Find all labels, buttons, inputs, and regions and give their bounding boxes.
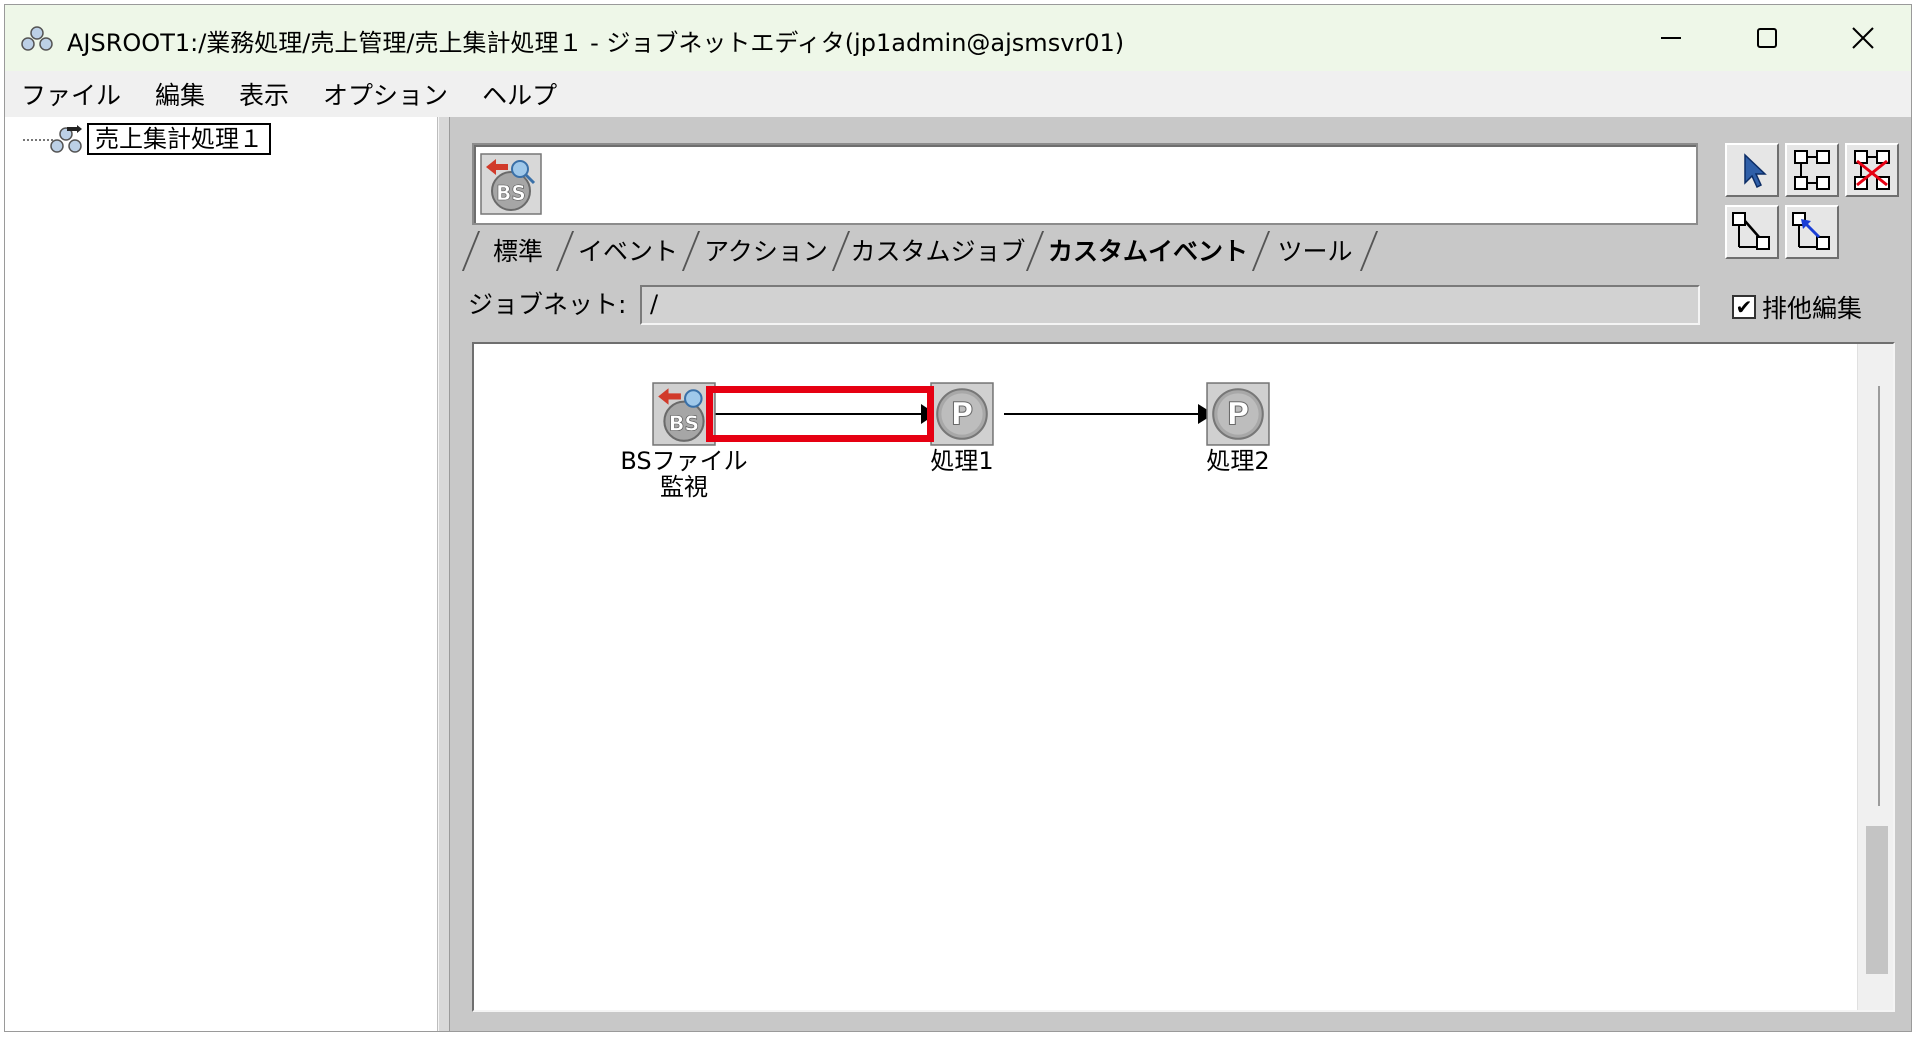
edit-tool-buttons	[1725, 143, 1905, 263]
p2-node-icon-text: P	[1227, 396, 1250, 432]
select-tool-icon	[1744, 153, 1767, 189]
menu-view[interactable]: 表示	[237, 72, 291, 116]
close-button[interactable]	[1815, 5, 1911, 71]
p2-node-label: 処理2	[1206, 447, 1270, 475]
vertical-scrollbar[interactable]	[1857, 344, 1893, 1010]
jobnet-app-icon	[21, 26, 53, 51]
maximize-icon	[1757, 28, 1777, 48]
bs-icon-text: BS	[496, 181, 526, 205]
disconnect-tool-button[interactable]	[1845, 143, 1899, 197]
select-tool-button[interactable]	[1725, 143, 1779, 197]
relation-reverse-tool-icon	[1792, 212, 1830, 250]
connect-tool-button[interactable]	[1785, 143, 1839, 197]
close-icon	[1852, 27, 1874, 49]
panel-splitter[interactable]	[438, 117, 450, 1031]
icon-palette: BS	[472, 143, 1698, 225]
disconnect-tool-icon	[1854, 150, 1890, 190]
menu-edit[interactable]: 編集	[153, 72, 207, 116]
pc-job-icon[interactable]: P	[930, 382, 994, 446]
tab-event[interactable]: イベント	[572, 227, 684, 273]
jobnet-path-label: ジョブネット:	[468, 290, 627, 319]
jobnet-path-field: /	[640, 285, 1700, 325]
bs-file-monitor-icon[interactable]: BS	[480, 153, 542, 215]
bs-node-icon-text: BS	[669, 412, 700, 436]
window-title: AJSROOT1:/業務処理/売上管理/売上集計処理１ - ジョブネットエディタ…	[67, 29, 1125, 57]
exclusive-edit-option[interactable]: ✔ 排他編集	[1732, 289, 1862, 325]
highlight-annotation-box	[706, 386, 934, 442]
exclusive-edit-label: 排他編集	[1762, 294, 1863, 323]
pc-job-icon[interactable]: P	[1206, 382, 1270, 446]
menu-options[interactable]: オプション	[321, 72, 450, 116]
relation-reverse-tool-button[interactable]	[1785, 205, 1839, 259]
maximize-button[interactable]	[1719, 5, 1815, 71]
relation-line-tool-icon	[1732, 212, 1770, 250]
jobnet-editor-window: AJSROOT1:/業務処理/売上管理/売上集計処理１ - ジョブネットエディタ…	[4, 4, 1912, 1032]
tree-item-root-jobnet[interactable]: 売上集計処理１	[87, 123, 271, 155]
relation-line-tool-button[interactable]	[1725, 205, 1779, 259]
tab-separator	[1359, 231, 1379, 271]
jobnet-map-canvas[interactable]: BS BSファイル 監視 P 処理1 P 処理2	[472, 342, 1895, 1012]
tab-custom-job[interactable]: カスタムジョブ	[848, 227, 1028, 273]
bs-node-label-line1: BSファイル	[620, 447, 748, 475]
minimize-icon	[1661, 37, 1681, 39]
scrollbar-thumb[interactable]	[1866, 826, 1888, 974]
p1-node-label: 処理1	[930, 447, 994, 475]
title-bar: AJSROOT1:/業務処理/売上管理/売上集計処理１ - ジョブネットエディタ…	[5, 5, 1911, 71]
tab-tool[interactable]: ツール	[1268, 227, 1362, 273]
connect-tool-icon	[1794, 150, 1830, 190]
tab-custom-event[interactable]: カスタムイベント	[1042, 227, 1254, 273]
bs-node-label: BSファイル 監視	[614, 448, 754, 500]
menu-file[interactable]: ファイル	[19, 72, 123, 116]
scrollbar-track	[1878, 386, 1880, 806]
jobnet-icon	[50, 125, 82, 153]
tab-action[interactable]: アクション	[698, 227, 834, 273]
menu-help[interactable]: ヘルプ	[480, 72, 559, 116]
minimize-button[interactable]	[1623, 5, 1719, 71]
bs-node-label-line2: 監視	[660, 473, 708, 501]
jobnet-tree-panel: 売上集計処理１	[5, 117, 438, 1031]
exclusive-edit-checkbox[interactable]: ✔	[1732, 295, 1756, 319]
editor-panel: BS 標準 イベント アクション カスタムジョブ カスタムイベント ツール ジョ…	[450, 117, 1911, 1031]
p1-node-icon-text: P	[951, 396, 974, 432]
menu-bar: ファイル 編集 表示 オプション ヘルプ	[5, 71, 1911, 117]
tab-standard[interactable]: 標準	[478, 227, 558, 273]
